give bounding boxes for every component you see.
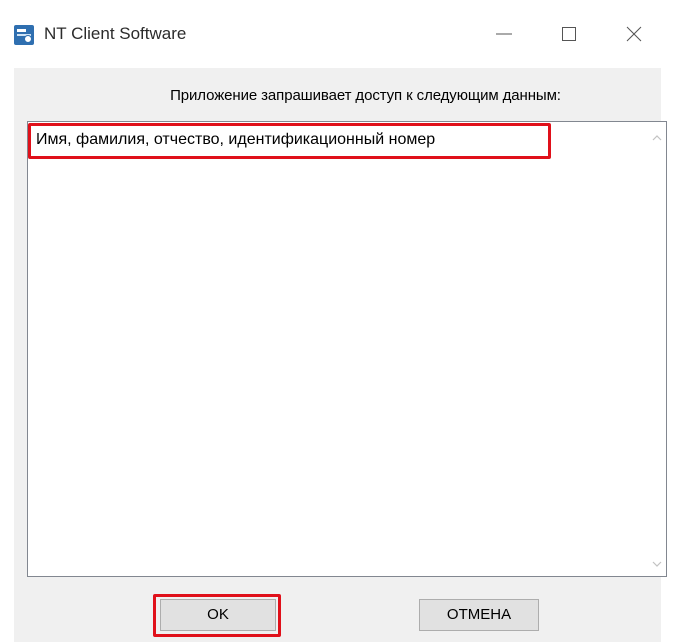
- minimize-button[interactable]: [481, 14, 527, 54]
- minimize-icon: [496, 33, 512, 35]
- close-icon: [626, 26, 642, 42]
- vertical-scrollbar[interactable]: [648, 122, 666, 576]
- dialog-window: NT Client Software Приложение запрашивае…: [0, 0, 673, 642]
- close-button[interactable]: [611, 14, 657, 54]
- title-bar[interactable]: NT Client Software: [0, 0, 673, 68]
- highlight-frame-ok-button: [153, 594, 281, 637]
- scroll-up-arrow-icon[interactable]: [652, 134, 662, 142]
- app-icon: [14, 25, 34, 45]
- maximize-icon: [562, 27, 576, 41]
- maximize-button[interactable]: [546, 14, 592, 54]
- highlight-frame-data-item: [28, 123, 551, 159]
- cancel-button[interactable]: ОТМЕНА: [419, 599, 539, 631]
- window-title: NT Client Software: [44, 24, 187, 43]
- scroll-down-arrow-icon[interactable]: [652, 560, 662, 568]
- prompt-label: Приложение запрашивает доступ к следующи…: [170, 87, 561, 104]
- requested-data-list[interactable]: Имя, фамилия, отчество, идентификационны…: [27, 121, 667, 577]
